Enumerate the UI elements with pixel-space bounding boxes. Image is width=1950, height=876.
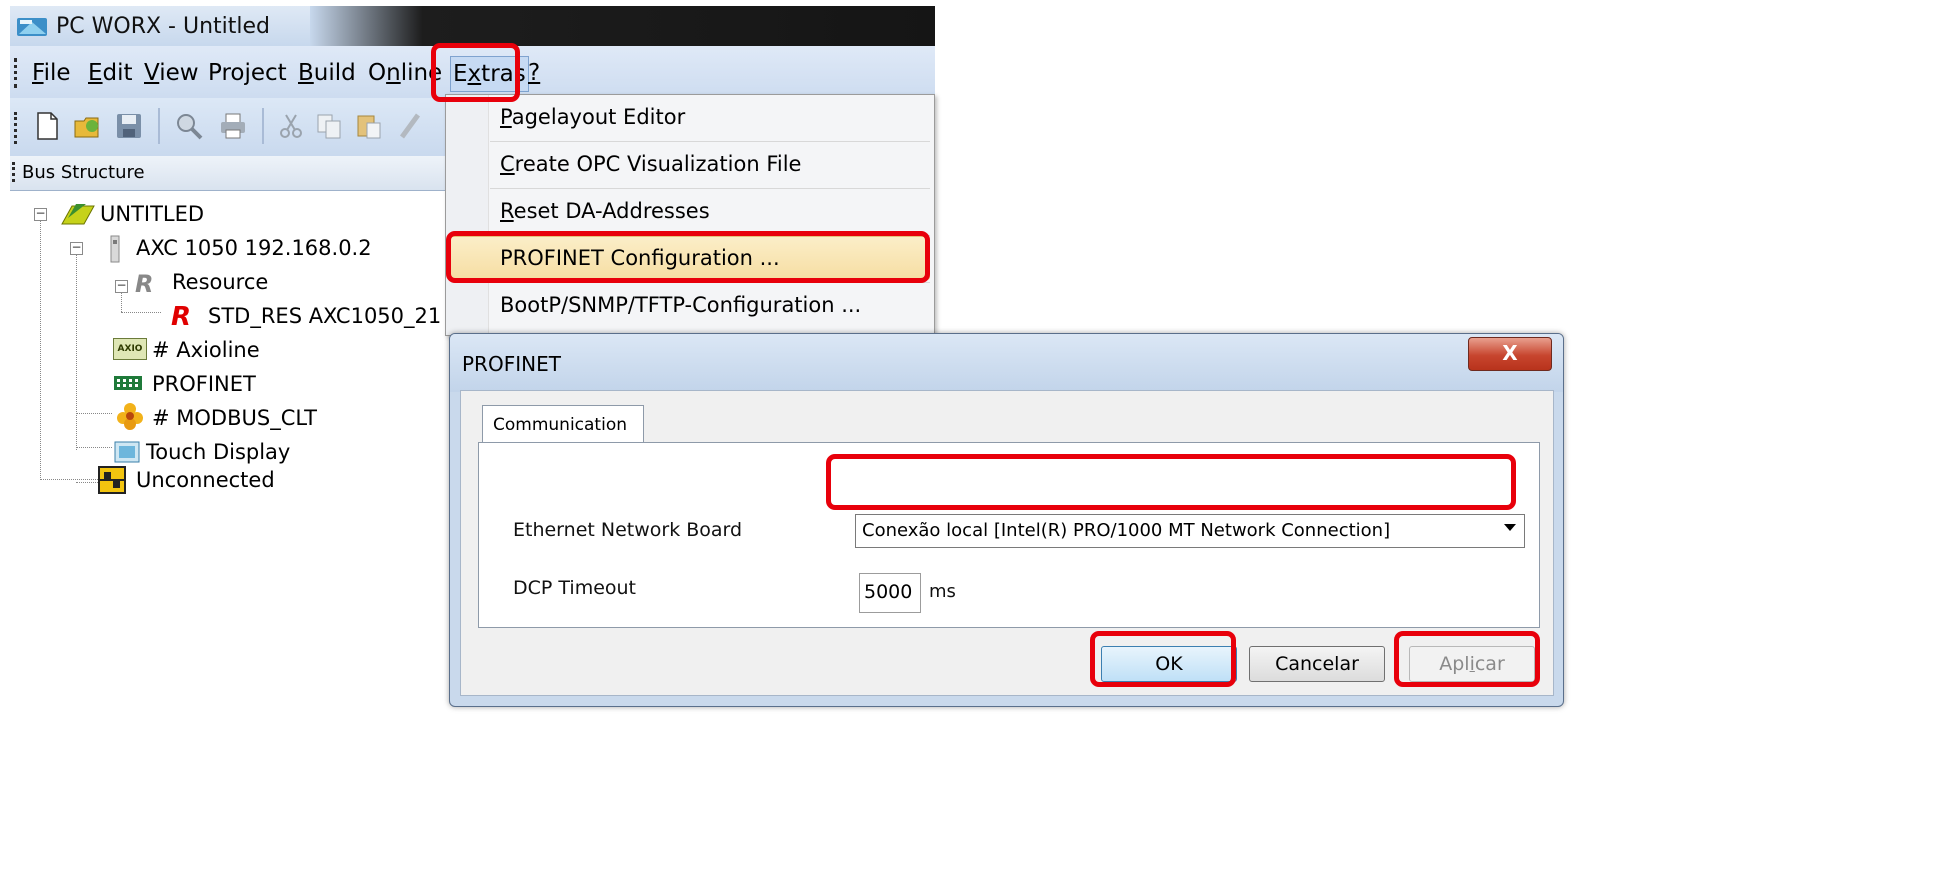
ethernet-board-select[interactable]: Conexão local [Intel(R) PRO/1000 MT Netw… bbox=[855, 514, 1525, 548]
toolbar-grip bbox=[14, 112, 21, 144]
touch-display-icon bbox=[114, 441, 140, 463]
unconnected-icon bbox=[98, 466, 126, 494]
find-icon[interactable] bbox=[174, 111, 204, 141]
tree-node-axc1050[interactable]: AXC 1050 192.168.0.2 bbox=[136, 236, 372, 260]
tree-line bbox=[40, 212, 41, 478]
dcp-timeout-input[interactable]: 5000 bbox=[859, 573, 921, 613]
tree-node-profinet[interactable]: PROFINET bbox=[152, 372, 256, 396]
menu-edit[interactable]: Edit bbox=[88, 60, 133, 86]
copy-icon[interactable] bbox=[314, 111, 344, 141]
highlight-extras-menu bbox=[431, 43, 520, 102]
bus-structure-panel: Bus Structure − UNTITLED − AXC 1050 192.… bbox=[10, 156, 451, 661]
highlight-ok-button bbox=[1090, 631, 1236, 687]
tree-node-unconnected[interactable]: Unconnected bbox=[136, 468, 275, 492]
print-icon[interactable] bbox=[218, 111, 248, 141]
menu-separator bbox=[490, 141, 930, 142]
highlight-ethernet-board bbox=[826, 454, 1516, 510]
std-resource-icon: R bbox=[171, 302, 192, 332]
menu-project[interactable]: Project bbox=[208, 60, 287, 86]
panel-grip bbox=[12, 162, 19, 182]
extras-dropdown-menu: Pagelayout Editor Create OPC Visualizati… bbox=[445, 94, 935, 336]
tree-line bbox=[121, 312, 161, 313]
tree-node-resource[interactable]: Resource bbox=[172, 270, 268, 294]
menu-view[interactable]: View bbox=[144, 60, 199, 86]
delete-icon[interactable] bbox=[396, 111, 426, 141]
menu-grip bbox=[14, 58, 21, 88]
panel-title: Bus Structure bbox=[22, 162, 145, 183]
highlight-apply-button bbox=[1394, 631, 1540, 687]
tree-line bbox=[40, 479, 98, 480]
menu-item-bootp-configuration[interactable]: BootP/SNMP/TFTP-Configuration ... bbox=[500, 293, 861, 317]
controller-icon bbox=[110, 235, 120, 263]
dialog-title: PROFINET bbox=[462, 352, 561, 376]
toolbar-separator bbox=[158, 108, 160, 144]
title-bar-glass bbox=[310, 6, 935, 46]
highlight-profinet-configuration bbox=[446, 231, 930, 283]
close-icon[interactable]: X bbox=[1468, 337, 1552, 371]
collapse-toggle[interactable]: − bbox=[34, 207, 47, 221]
project-icon bbox=[61, 204, 95, 225]
tree-line bbox=[76, 244, 77, 450]
modbus-icon bbox=[117, 403, 143, 430]
tree-line bbox=[76, 413, 112, 414]
menu-build[interactable]: Build bbox=[298, 60, 356, 86]
tree-node-untitled[interactable]: UNTITLED bbox=[100, 202, 204, 226]
title-bar: PC WORX - Untitled bbox=[10, 6, 935, 46]
new-file-icon[interactable] bbox=[32, 111, 62, 141]
chevron-down-icon[interactable] bbox=[1504, 524, 1516, 531]
paste-icon[interactable] bbox=[354, 111, 384, 141]
dialog-client-area: Communication Ethernet Network Board Con… bbox=[460, 390, 1554, 696]
bus-structure-header: Bus Structure bbox=[10, 156, 450, 191]
tree-line bbox=[76, 447, 112, 448]
window-title: PC WORX - Untitled bbox=[56, 14, 270, 39]
tab-communication[interactable]: Communication bbox=[482, 405, 644, 444]
menu-item-create-opc-file[interactable]: Create OPC Visualization File bbox=[500, 152, 801, 176]
input-value: 5000 bbox=[864, 581, 913, 603]
save-icon[interactable] bbox=[114, 111, 144, 141]
collapse-toggle[interactable]: − bbox=[70, 241, 83, 255]
select-value: Conexão local [Intel(R) PRO/1000 MT Netw… bbox=[862, 520, 1391, 541]
tree-node-axioline[interactable]: # Axioline bbox=[152, 338, 260, 362]
resource-icon: R bbox=[135, 270, 154, 298]
cancel-button[interactable]: Cancelar bbox=[1249, 646, 1385, 682]
profinet-icon bbox=[114, 376, 142, 390]
menu-item-pagelayout-editor[interactable]: Pagelayout Editor bbox=[500, 105, 685, 129]
cut-icon[interactable] bbox=[276, 111, 306, 141]
tree-node-modbus-clt[interactable]: # MODBUS_CLT bbox=[152, 406, 317, 430]
menu-separator bbox=[490, 188, 930, 189]
menu-file[interactable]: File bbox=[32, 60, 71, 86]
dcp-timeout-label: DCP Timeout bbox=[513, 577, 637, 599]
dialog-title-bar bbox=[450, 334, 1563, 392]
axioline-icon: AXIO bbox=[113, 338, 147, 360]
toolbar-separator bbox=[262, 108, 264, 144]
menu-item-reset-da-addresses[interactable]: Reset DA-Addresses bbox=[500, 199, 710, 223]
app-icon bbox=[17, 18, 47, 36]
tab-label: Communication bbox=[493, 415, 627, 435]
tree-node-std-res[interactable]: STD_RES AXC1050_21 bbox=[208, 304, 441, 328]
dcp-timeout-unit: ms bbox=[929, 581, 956, 602]
menu-help[interactable]: ? bbox=[528, 60, 540, 86]
tree-node-touch-display[interactable]: Touch Display bbox=[146, 440, 290, 464]
open-project-icon[interactable] bbox=[72, 111, 102, 141]
menu-icon-gutter bbox=[446, 95, 489, 335]
collapse-toggle[interactable]: − bbox=[115, 279, 128, 293]
ethernet-board-label: Ethernet Network Board bbox=[513, 519, 743, 541]
